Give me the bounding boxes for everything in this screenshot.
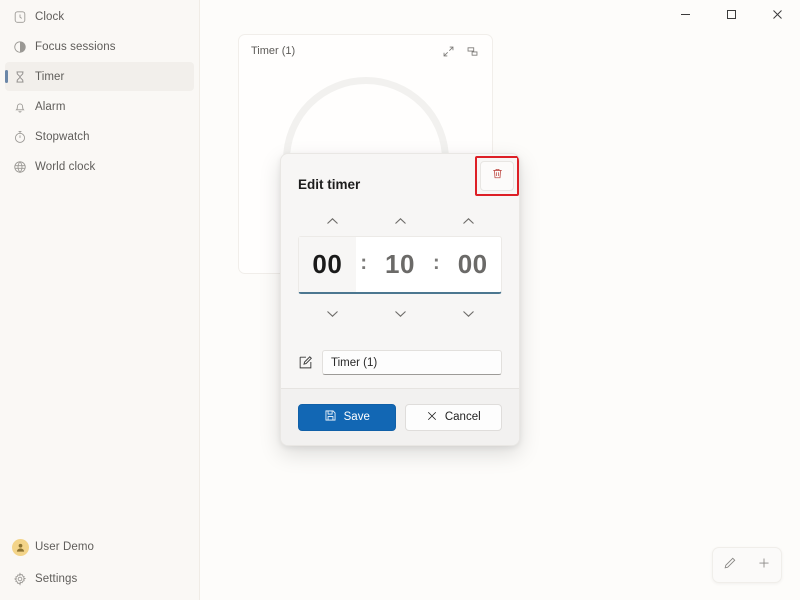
gear-icon bbox=[5, 571, 35, 586]
close-icon bbox=[772, 9, 783, 20]
clock-app-window: Clock Focus sessions Timer Alarm Stopwat… bbox=[0, 0, 800, 600]
picker-separator-1: : bbox=[360, 251, 367, 274]
add-timer-button[interactable] bbox=[750, 551, 778, 579]
cancel-button[interactable]: Cancel bbox=[404, 403, 502, 431]
timer-name-row bbox=[298, 350, 502, 375]
maximize-icon bbox=[726, 9, 737, 20]
bell-icon bbox=[5, 100, 35, 114]
maximize-button[interactable] bbox=[708, 0, 754, 29]
save-button-label: Save bbox=[343, 411, 370, 423]
time-picker-field[interactable]: 00 : 10 : 00 bbox=[298, 236, 502, 294]
edit-timer-dialog: Edit timer 00: 10: 00 Timer (1) Save C… bbox=[280, 153, 520, 446]
time-picker: 00 : 10 : 00 bbox=[281, 206, 519, 324]
stopwatch-icon bbox=[5, 130, 35, 144]
seconds-down-button[interactable] bbox=[434, 304, 502, 322]
focus-icon bbox=[5, 40, 35, 54]
sidebar-item-world-clock[interactable]: World clock bbox=[5, 152, 194, 181]
minutes-down-button[interactable] bbox=[366, 304, 434, 322]
minutes-value[interactable]: 10 bbox=[372, 237, 429, 292]
sidebar-item-account[interactable]: User Demo bbox=[5, 531, 194, 563]
picker-separator-2: : bbox=[433, 251, 440, 274]
sidebar-item-label: World clock bbox=[35, 160, 96, 173]
sidebar-item-label: Settings bbox=[35, 572, 78, 585]
dialog-header: Edit timer bbox=[281, 154, 519, 206]
timer-card-header: Timer (1) bbox=[239, 35, 492, 67]
compact-overlay-icon[interactable] bbox=[460, 40, 484, 62]
seconds-value[interactable]: 00 bbox=[444, 237, 501, 292]
sidebar-nav: Clock Focus sessions Timer Alarm Stopwat… bbox=[0, 2, 199, 182]
sidebar-item-label: Timer bbox=[35, 70, 65, 83]
minimize-button[interactable] bbox=[662, 0, 708, 29]
delete-timer-button[interactable] bbox=[480, 161, 514, 191]
close-x-icon bbox=[426, 410, 438, 425]
sidebar-item-alarm[interactable]: Alarm bbox=[5, 92, 194, 121]
title-bar bbox=[0, 0, 800, 29]
pencil-icon bbox=[723, 556, 737, 575]
hours-value[interactable]: 00 bbox=[299, 237, 356, 292]
dialog-title: Edit timer bbox=[298, 177, 361, 192]
selection-indicator bbox=[5, 70, 8, 83]
sidebar: Clock Focus sessions Timer Alarm Stopwat… bbox=[0, 0, 200, 600]
edit-name-icon bbox=[298, 355, 313, 370]
sidebar-item-timer[interactable]: Timer bbox=[5, 62, 194, 91]
dialog-footer: Save Cancel bbox=[281, 388, 519, 445]
sidebar-item-label: Focus sessions bbox=[35, 40, 116, 53]
trash-icon bbox=[491, 167, 504, 185]
sidebar-item-label: Stopwatch bbox=[35, 130, 90, 143]
expand-icon[interactable] bbox=[436, 40, 460, 62]
avatar-icon bbox=[11, 538, 29, 556]
edit-timers-button[interactable] bbox=[716, 551, 744, 579]
save-button[interactable]: Save bbox=[298, 403, 396, 431]
save-icon bbox=[324, 409, 337, 425]
account-label: User Demo bbox=[35, 541, 95, 553]
hours-up-button[interactable] bbox=[298, 212, 366, 230]
close-button[interactable] bbox=[754, 0, 800, 29]
hourglass-icon bbox=[5, 70, 35, 84]
picker-increment-row bbox=[298, 212, 502, 230]
avatar bbox=[5, 538, 35, 556]
sidebar-item-settings[interactable]: Settings bbox=[5, 564, 194, 593]
minimize-icon bbox=[680, 9, 691, 20]
globe-clock-icon bbox=[5, 160, 35, 174]
sidebar-item-label: Alarm bbox=[35, 100, 66, 113]
plus-icon bbox=[757, 556, 771, 575]
timer-card-title: Timer (1) bbox=[251, 45, 296, 57]
sidebar-bottom: User Demo Settings bbox=[0, 531, 199, 594]
picker-decrement-row bbox=[298, 304, 502, 322]
seconds-up-button[interactable] bbox=[434, 212, 502, 230]
timer-action-bar bbox=[712, 547, 782, 583]
timer-name-input[interactable] bbox=[322, 350, 502, 375]
sidebar-item-focus-sessions[interactable]: Focus sessions bbox=[5, 32, 194, 61]
cancel-button-label: Cancel bbox=[444, 411, 481, 423]
sidebar-item-stopwatch[interactable]: Stopwatch bbox=[5, 122, 194, 151]
minutes-up-button[interactable] bbox=[366, 212, 434, 230]
hours-down-button[interactable] bbox=[298, 304, 366, 322]
